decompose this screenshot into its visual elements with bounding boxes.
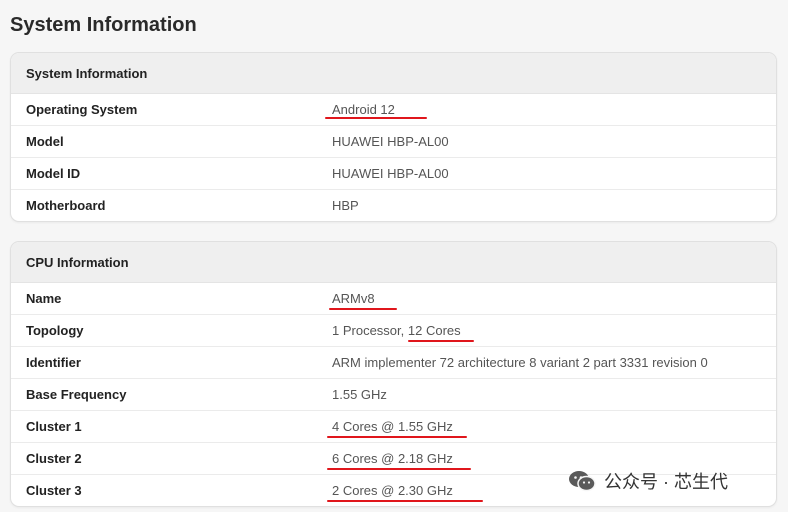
row-motherboard: Motherboard HBP [11,190,776,221]
row-label: Cluster 2 [26,451,82,466]
row-value: HUAWEI HBP-AL00 [332,134,449,149]
topology-cores: 12 Cores [407,323,461,338]
row-topology: Topology 1 Processor, 12 Cores [11,315,776,347]
row-value: 1 Processor, 12 Cores [332,323,461,338]
row-model-id: Model ID HUAWEI HBP-AL00 [11,158,776,190]
row-cluster-1: Cluster 1 4 Cores @ 1.55 GHz [11,411,776,443]
cpu-info-header: CPU Information [11,242,776,283]
system-info-card: System Information Operating System Andr… [10,52,777,222]
row-value: HUAWEI HBP-AL00 [332,166,449,181]
annotation-underline [327,500,483,502]
row-value: 1.55 GHz [332,387,387,402]
row-label: Identifier [26,355,81,370]
row-model: Model HUAWEI HBP-AL00 [11,126,776,158]
row-label: Base Frequency [26,387,127,402]
annotation-underline [327,468,471,470]
wechat-icon [569,471,596,492]
row-label: Name [26,291,62,306]
annotation-underline [325,117,427,119]
topology-prefix: 1 Processor, [332,323,408,338]
annotation-underline [408,340,474,342]
row-value: 2 Cores @ 2.30 GHz [332,483,453,498]
row-operating-system: Operating System Android 12 [11,94,776,126]
row-label: Motherboard [26,198,106,213]
row-label: Cluster 1 [26,419,82,434]
row-identifier: Identifier ARM implementer 72 architectu… [11,347,776,379]
row-value: Android 12 [332,102,395,117]
row-value: 4 Cores @ 1.55 GHz [332,419,453,434]
row-base-frequency: Base Frequency 1.55 GHz [11,379,776,411]
annotation-underline [329,308,397,310]
row-value: ARM implementer 72 architecture 8 varian… [332,355,708,370]
row-label: Operating System [26,102,138,117]
row-value: 6 Cores @ 2.18 GHz [332,451,453,466]
row-label: Model ID [26,166,81,181]
page-title: System Information [10,14,197,36]
row-value: HBP [332,198,359,213]
row-label: Cluster 3 [26,483,82,498]
row-label: Topology [26,323,84,338]
row-label: Model [26,134,64,149]
annotation-underline [327,436,467,438]
system-info-header: System Information [11,53,776,94]
row-cpu-name: Name ARMv8 [11,283,776,315]
watermark: 公众号 · 芯生代 [568,468,728,494]
watermark-text: 公众号 · 芯生代 [604,472,728,492]
row-value: ARMv8 [332,291,375,306]
